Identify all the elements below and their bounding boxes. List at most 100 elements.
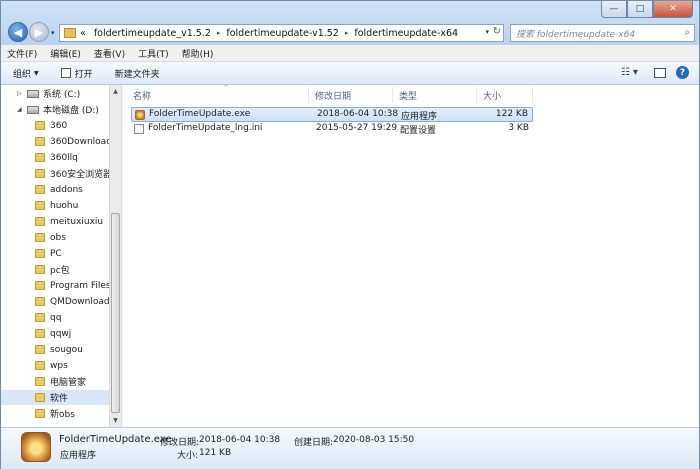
breadcrumb-chevron-icon[interactable]: ▸ xyxy=(345,29,349,37)
sidebar-item-folder[interactable]: 360Downloads xyxy=(1,134,109,149)
breadcrumb-item[interactable]: foldertimeupdate_v1.5.2 xyxy=(94,28,211,39)
minimize-button[interactable]: — xyxy=(601,1,627,18)
sidebar-item-folder[interactable]: meituxiuxiu xyxy=(1,214,109,229)
sidebar-item-folder[interactable]: obs xyxy=(1,230,109,245)
view-options-button[interactable]: ☷ ▾ xyxy=(621,67,638,78)
menu-edit[interactable]: 编辑(E) xyxy=(50,47,81,60)
scroll-down-icon[interactable]: ▼ xyxy=(110,414,121,427)
sidebar-item-folder[interactable]: qqwj xyxy=(1,326,109,341)
details-modified-label: 修改日期: xyxy=(160,438,200,448)
command-bar: 组织 ▼ 打开 新建文件夹 ☷ ▾ ? xyxy=(1,62,699,85)
breadcrumb-item[interactable]: foldertimeupdate-v1.52 xyxy=(226,28,338,39)
refresh-icon[interactable]: ↻ xyxy=(493,26,501,37)
column-header-type[interactable]: 类型 xyxy=(393,87,477,103)
expand-arrow-icon[interactable]: ▷ xyxy=(17,90,27,97)
menu-help[interactable]: 帮助(H) xyxy=(182,47,214,60)
sidebar-item-folder[interactable]: pc包 xyxy=(1,262,109,277)
sidebar-item-drive-d[interactable]: ◢ 本地磁盘 (D:) xyxy=(1,102,109,117)
organize-button[interactable]: 组织 ▼ xyxy=(13,67,39,80)
column-header-modified[interactable]: 修改日期 xyxy=(309,87,393,103)
details-pane: FolderTimeUpdate.exe 应用程序 修改日期: 2018-06-… xyxy=(1,427,699,469)
folder-icon xyxy=(35,377,45,386)
close-button[interactable]: ✕ xyxy=(653,1,693,18)
file-modified: 2015-05-27 19:29 xyxy=(316,123,398,133)
forward-arrow-icon: ▶ xyxy=(34,25,44,39)
breadcrumb: « foldertimeupdate_v1.5.2 ▸ foldertimeup… xyxy=(80,28,458,39)
sidebar-item-label: obs xyxy=(50,232,66,243)
sidebar-item-label: qq xyxy=(50,312,62,323)
drive-icon xyxy=(27,89,39,98)
sidebar-item-label: 360安全浏览器 xyxy=(50,170,109,180)
new-folder-label: 新建文件夹 xyxy=(114,69,160,80)
column-header-size[interactable]: 大小 xyxy=(477,87,533,103)
menu-file[interactable]: 文件(F) xyxy=(7,47,37,60)
scrollbar-thumb[interactable] xyxy=(111,213,120,413)
sidebar-item-label: 360Downloads xyxy=(50,136,109,147)
explorer-window: — □ ✕ ◀ ▶ ▾ « foldertimeupdate_v1.5.2 ▸ … xyxy=(0,0,700,469)
collapse-arrow-icon[interactable]: ◢ xyxy=(17,106,27,113)
file-row-selected[interactable]: FolderTimeUpdate.exe 2018-06-04 10:38 应用… xyxy=(131,107,533,122)
title-bar: — □ ✕ ◀ ▶ ▾ « foldertimeupdate_v1.5.2 ▸ … xyxy=(1,1,699,45)
folder-icon xyxy=(35,233,45,242)
recent-pages-icon[interactable]: ▾ xyxy=(51,29,55,37)
column-header-name[interactable]: 名称 ^ xyxy=(127,84,309,103)
forward-button[interactable]: ▶ xyxy=(29,22,49,42)
folder-icon xyxy=(35,153,45,162)
sidebar-item-label: 电脑管家 xyxy=(50,378,87,388)
folder-icon xyxy=(35,313,45,322)
sidebar-item-folder[interactable]: qq xyxy=(1,310,109,325)
maximize-button[interactable]: □ xyxy=(627,1,653,18)
sidebar-item-folder[interactable]: wps xyxy=(1,358,109,373)
menu-view[interactable]: 查看(V) xyxy=(94,47,125,60)
sidebar-scrollbar[interactable]: ▲ ▼ xyxy=(109,85,121,427)
new-folder-button[interactable]: 新建文件夹 xyxy=(115,67,160,80)
sidebar-item-folder[interactable]: 360 xyxy=(1,118,109,133)
sidebar-item-label: PC xyxy=(50,248,62,259)
preview-pane-icon[interactable] xyxy=(654,67,666,78)
folder-icon xyxy=(35,185,45,194)
menu-tools[interactable]: 工具(T) xyxy=(138,47,169,60)
exe-icon xyxy=(135,110,145,120)
back-button[interactable]: ◀ xyxy=(8,22,28,42)
breadcrumb-chevron-icon[interactable]: ▸ xyxy=(217,29,221,37)
organize-label: 组织 xyxy=(13,69,32,80)
sidebar-item-label: huohu xyxy=(50,200,79,211)
sidebar-item-folder[interactable]: Program Files xyxy=(1,278,109,293)
sidebar-item-label: qqwj xyxy=(50,328,72,339)
sidebar-item-drive-c[interactable]: ▷ 系统 (C:) xyxy=(1,86,109,101)
sidebar-item-folder-selected[interactable]: 软件 xyxy=(1,390,109,405)
address-bar[interactable]: « foldertimeupdate_v1.5.2 ▸ foldertimeup… xyxy=(59,24,504,42)
sidebar-item-folder[interactable]: 电脑管家 xyxy=(1,374,109,389)
file-type: 应用程序 xyxy=(401,112,438,122)
breadcrumb-overflow[interactable]: « xyxy=(80,28,86,39)
help-icon[interactable]: ? xyxy=(676,66,689,79)
sidebar-item-folder[interactable]: 360llq xyxy=(1,150,109,165)
column-label: 名称 xyxy=(133,91,152,102)
breadcrumb-item[interactable]: foldertimeupdate-x64 xyxy=(354,28,458,39)
drive-icon xyxy=(27,105,39,114)
file-modified: 2018-06-04 10:38 xyxy=(317,109,399,119)
sidebar-item-label: 360 xyxy=(50,120,68,131)
search-icon[interactable]: ⌕ xyxy=(684,27,690,38)
folder-icon xyxy=(35,217,45,226)
details-size-label: 大小: xyxy=(177,451,199,461)
sidebar-item-folder[interactable]: PC xyxy=(1,246,109,261)
folder-icon xyxy=(35,393,45,402)
sidebar-item-folder[interactable]: huohu xyxy=(1,198,109,213)
scroll-up-icon[interactable]: ▲ xyxy=(110,85,121,98)
toolbar-right: ☷ ▾ ? xyxy=(621,66,689,79)
sidebar-item-folder[interactable]: addons xyxy=(1,182,109,197)
sidebar-item-label: 软件 xyxy=(50,394,69,404)
search-placeholder: 搜索 foldertimeupdate-x64 xyxy=(516,29,636,40)
sidebar-item-folder[interactable]: sougou xyxy=(1,342,109,357)
search-input[interactable]: 搜索 foldertimeupdate-x64 ⌕ xyxy=(510,24,695,42)
folder-icon xyxy=(35,329,45,338)
sidebar-item-folder[interactable]: 新obs xyxy=(1,406,109,421)
address-dropdown-icon[interactable]: ▾ xyxy=(485,28,489,36)
sidebar-item-folder[interactable]: 360安全浏览器 xyxy=(1,166,109,181)
file-name: FolderTimeUpdate.exe xyxy=(149,109,251,119)
open-button[interactable]: 打开 xyxy=(60,67,93,80)
sidebar-item-label: 系统 (C:) xyxy=(43,90,81,100)
sidebar-item-folder[interactable]: QMDownload xyxy=(1,294,109,309)
file-row[interactable]: FolderTimeUpdate_lng.ini 2015-05-27 19:2… xyxy=(131,122,533,137)
